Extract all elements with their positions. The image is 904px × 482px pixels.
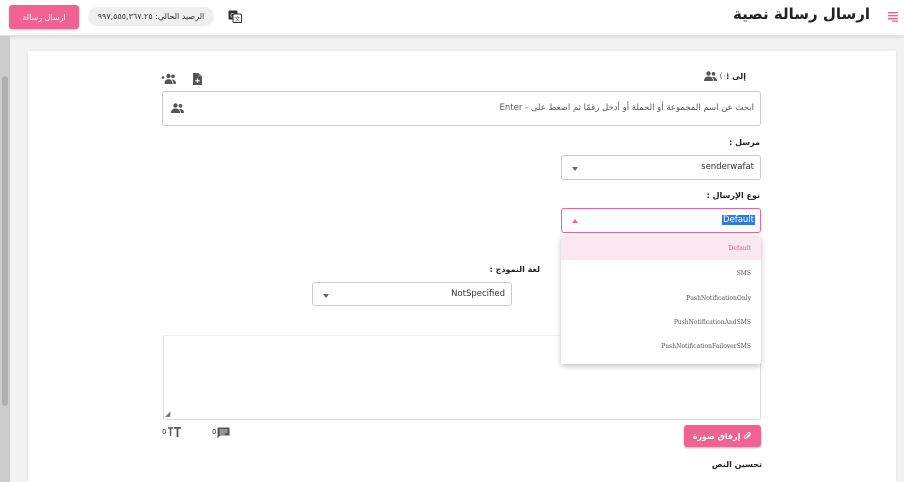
template-language-label: لغة النموذج :: [489, 265, 540, 274]
sender-select[interactable]: senderwafat: [561, 155, 761, 180]
attach-image-label: إرفاق صورة: [692, 431, 741, 441]
improve-text-label: تحسين النص: [711, 460, 762, 469]
people-icon: [704, 71, 717, 81]
recipients-count: (٠): [719, 72, 729, 80]
message-count: 0: [212, 428, 217, 436]
recipient-search-input[interactable]: ابحث عن اسم المجموعة أو الحملة أو أدخل ر…: [162, 91, 761, 126]
message-icon: [217, 427, 230, 439]
option-push-and-sms[interactable]: PushNotificationAndSMS: [561, 310, 761, 334]
send-type-label: نوع الإرسال :: [706, 191, 760, 200]
text-size-icon: [168, 427, 181, 437]
option-sms[interactable]: SMS: [561, 261, 761, 285]
balance-badge: الرصيد الحالي: ٩٩٧,٥٥٥,٣٦٧.٢٥: [88, 7, 214, 26]
template-language-value: NotSpecified: [451, 289, 505, 299]
option-push-failover-sms[interactable]: PushNotificationFailoverSMS: [561, 334, 761, 358]
scrollbar-thumb[interactable]: [2, 76, 8, 406]
chevron-down-icon: [323, 294, 329, 298]
svg-text:文: 文: [235, 15, 241, 23]
people-icon[interactable]: [171, 103, 184, 113]
file-icon[interactable]: [192, 73, 202, 85]
template-language-select[interactable]: NotSpecified: [312, 282, 512, 306]
send-message-button[interactable]: ارسال رسالة: [9, 5, 79, 29]
page-title: ارسال رسالة نصية: [733, 5, 870, 23]
recipient-placeholder: ابحث عن اسم المجموعة أو الحملة أو أدخل ر…: [499, 103, 754, 113]
font-size-count: 0: [162, 428, 167, 436]
translate-icon[interactable]: G 文: [228, 10, 242, 23]
chevron-up-icon: [572, 219, 578, 223]
send-type-select[interactable]: Default: [561, 208, 761, 233]
send-type-value: Default: [721, 215, 755, 225]
side-scrollbar[interactable]: [0, 36, 10, 482]
send-type-dropdown: Default SMS PushNotificationOnly PushNot…: [561, 236, 761, 364]
option-default[interactable]: Default: [561, 236, 761, 260]
resize-handle-icon[interactable]: ◢: [165, 410, 170, 418]
compose-form: إلى : (٠) ابحث عن اسم المجموعة أو الحملة…: [28, 51, 896, 482]
chevron-down-icon: [572, 167, 578, 171]
option-push-only[interactable]: PushNotificationOnly: [561, 286, 761, 310]
attach-image-button[interactable]: إرفاق صورة: [684, 425, 761, 447]
sender-label: مرسل :: [729, 138, 760, 147]
paperclip-icon: [744, 431, 752, 439]
add-group-icon[interactable]: [161, 73, 176, 84]
recipients-label: إلى :: [726, 72, 746, 81]
menu-icon[interactable]: [888, 10, 900, 22]
sender-value: senderwafat: [701, 162, 754, 172]
top-bar: ارسال رسالة الرصيد الحالي: ٩٩٧,٥٥٥,٣٦٧.٢…: [0, 0, 904, 36]
